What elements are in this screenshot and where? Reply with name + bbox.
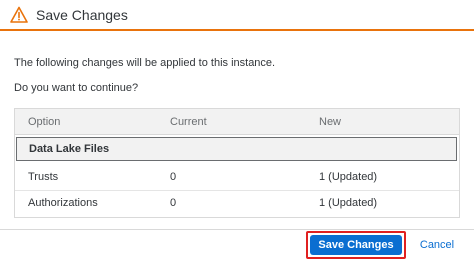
dialog-title: Save Changes <box>36 7 128 23</box>
row-current: 0 <box>170 171 177 183</box>
warning-triangle-icon <box>10 6 28 23</box>
continue-question: Do you want to continue? <box>14 82 139 94</box>
row-option: Authorizations <box>28 197 98 209</box>
table-header: Option Current New <box>15 109 459 135</box>
column-header-new: New <box>319 116 342 128</box>
column-header-option: Option <box>28 116 61 128</box>
row-current: 0 <box>170 197 177 209</box>
table-row: Trusts 0 1 (Updated) <box>15 165 459 191</box>
save-changes-button[interactable]: Save Changes <box>310 235 402 255</box>
table-row: Authorizations 0 1 (Updated) <box>15 191 459 217</box>
row-new: 1 (Updated) <box>319 197 378 209</box>
cancel-button[interactable]: Cancel <box>414 235 460 255</box>
row-option: Trusts <box>28 171 59 183</box>
row-new: 1 (Updated) <box>319 171 378 183</box>
confirmation-message: The following changes will be applied to… <box>14 57 276 69</box>
footer-divider <box>0 229 474 230</box>
dialog-header: Save Changes <box>0 0 474 31</box>
group-label: Data Lake Files <box>29 143 110 155</box>
column-header-current: Current <box>170 116 207 128</box>
group-row-data-lake-files[interactable]: Data Lake Files <box>16 137 457 161</box>
changes-table: Option Current New Data Lake Files Trust… <box>14 108 460 218</box>
